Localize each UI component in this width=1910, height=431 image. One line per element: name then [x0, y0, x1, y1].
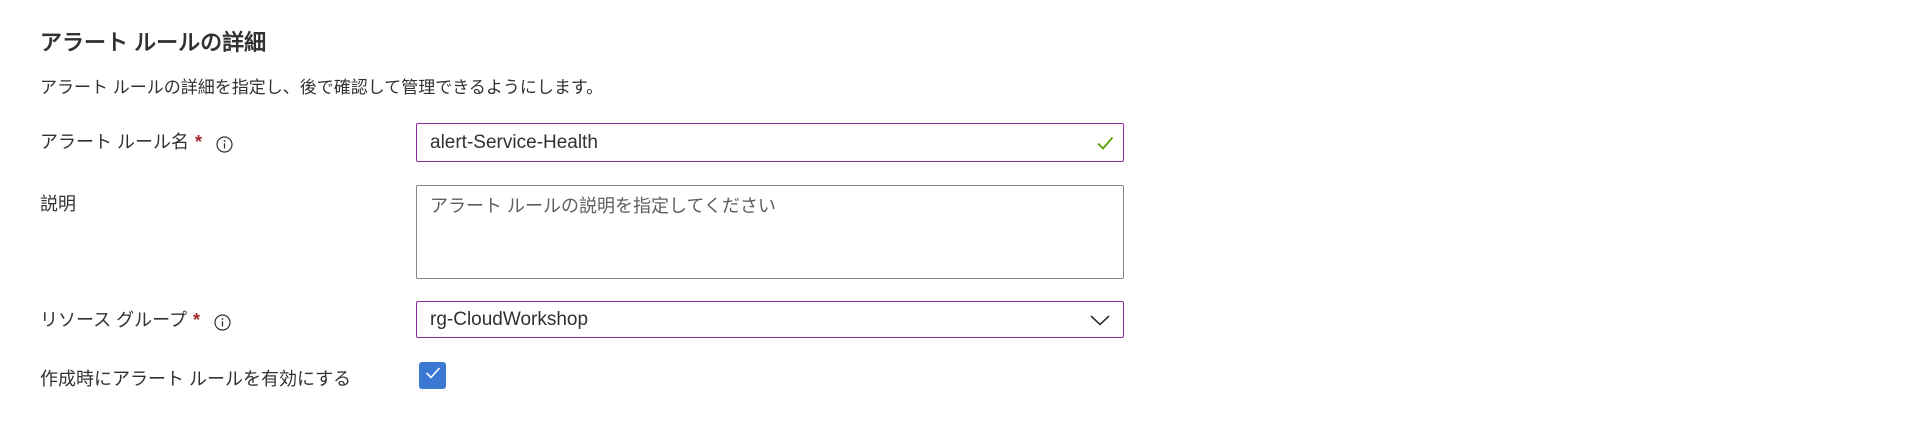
checkmark-icon: [1095, 133, 1115, 153]
required-mark: *: [193, 310, 201, 330]
required-mark: *: [195, 132, 203, 152]
section-title: アラート ルールの詳細: [40, 30, 267, 55]
chevron-down-icon: [1089, 312, 1111, 328]
checkbox-checked-icon: [423, 363, 443, 388]
enable-on-create-label: 作成時にアラート ルールを有効にする: [40, 369, 352, 389]
description-textarea[interactable]: [417, 186, 1123, 278]
description-field[interactable]: [416, 185, 1124, 279]
enable-on-create-checkbox[interactable]: [419, 362, 446, 389]
resource-group-dropdown[interactable]: rg-CloudWorkshop: [416, 301, 1124, 338]
info-icon[interactable]: [214, 312, 231, 331]
alert-rule-details-section: アラート ルールの詳細 アラート ルールの詳細を指定し、後で確認して管理できるよ…: [0, 0, 1910, 431]
section-description: アラート ルールの詳細を指定し、後で確認して管理できるようにします。: [40, 78, 604, 97]
rule-name-label: アラート ルール名: [40, 132, 190, 152]
rule-name-field[interactable]: [416, 123, 1124, 162]
rule-name-input[interactable]: [430, 131, 1070, 154]
description-label: 説明: [40, 194, 76, 214]
resource-group-selected: rg-CloudWorkshop: [430, 308, 589, 330]
resource-group-label: リソース グループ: [40, 310, 188, 330]
resource-group-label-row: リソース グループ *: [40, 307, 231, 333]
description-label-row: 説明: [40, 191, 76, 217]
rule-name-label-row: アラート ルール名 *: [40, 129, 233, 155]
info-icon[interactable]: [216, 134, 233, 153]
enable-on-create-label-row: 作成時にアラート ルールを有効にする: [40, 366, 351, 392]
